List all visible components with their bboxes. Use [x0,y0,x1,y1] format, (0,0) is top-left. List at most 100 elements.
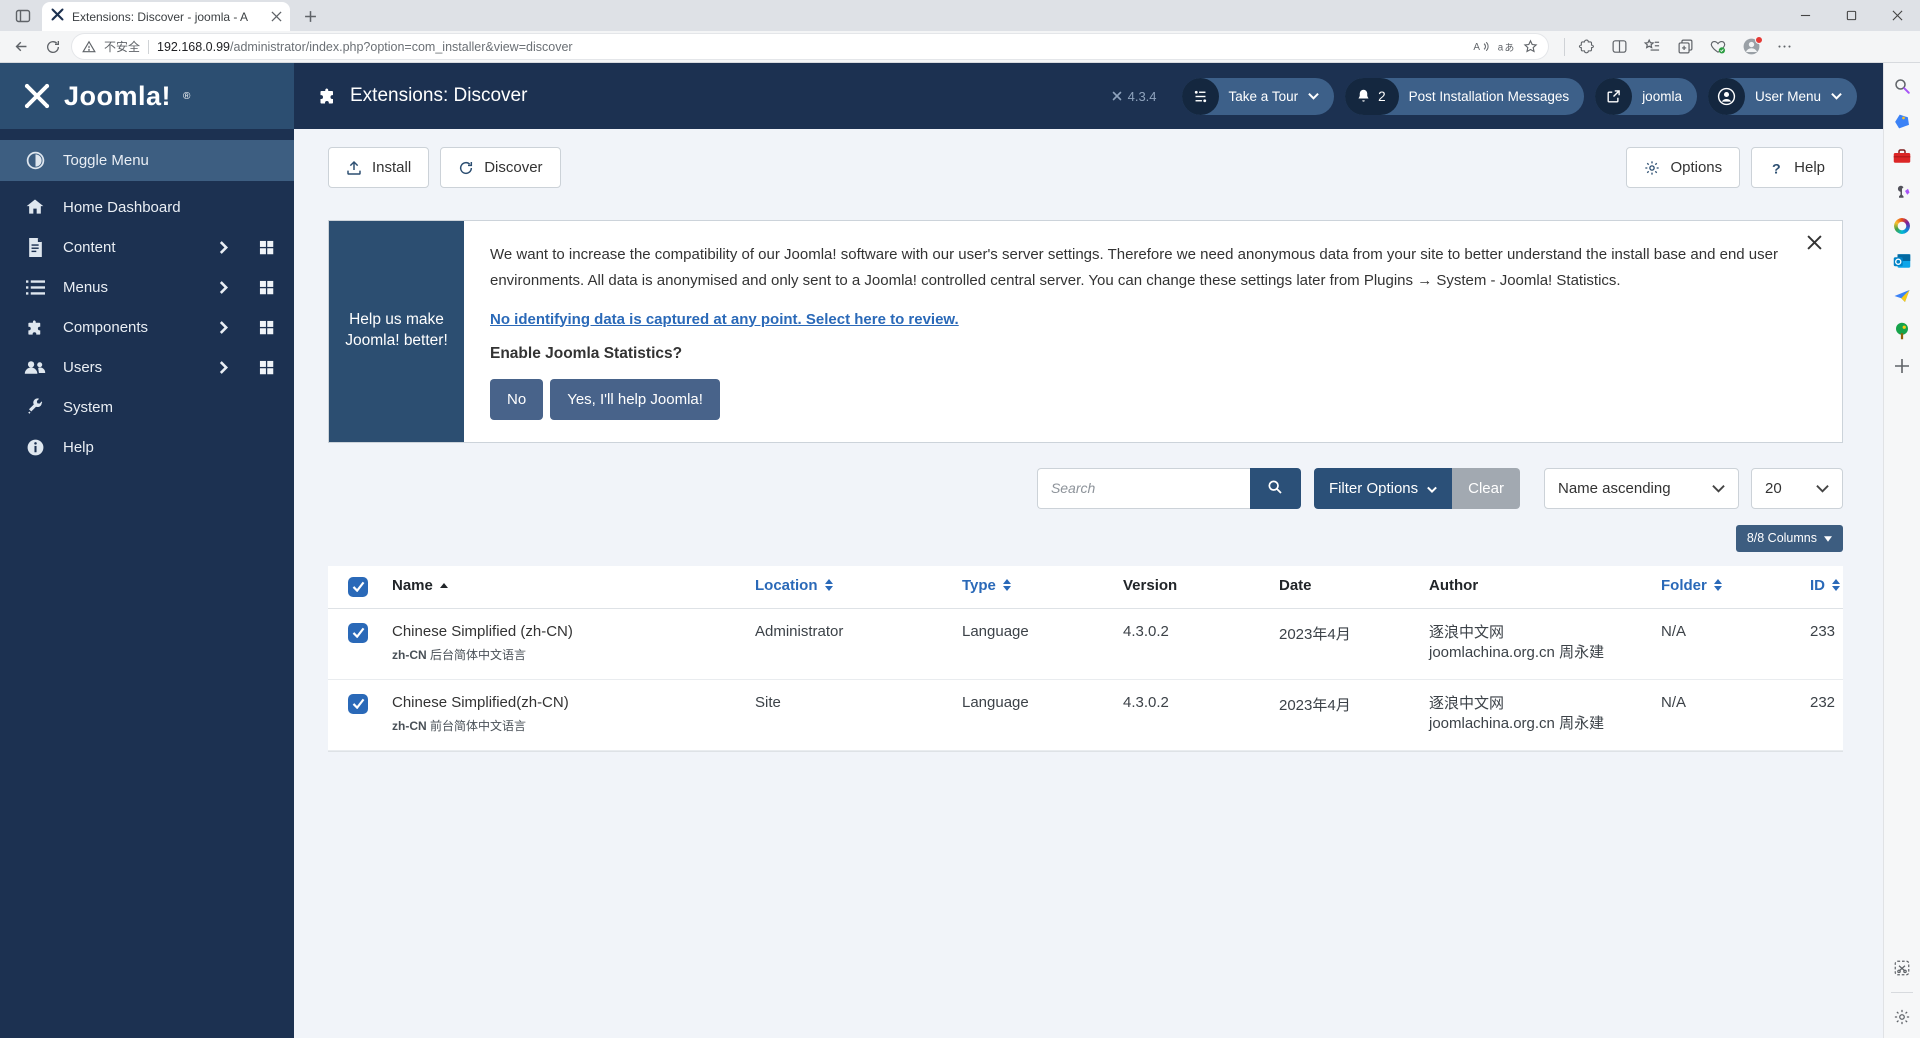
collections-icon[interactable] [1673,35,1697,59]
extensions-icon[interactable] [1574,35,1598,59]
sidebar-settings-icon[interactable] [1891,1006,1913,1028]
dashboard-grid-icon[interactable] [259,320,274,335]
search-button[interactable] [1250,468,1301,509]
sidebar-toolbox-icon[interactable] [1891,145,1913,167]
browser-essentials-icon[interactable] [1706,35,1730,59]
sidebar-microsoft365-icon[interactable] [1891,215,1913,237]
extension-name: Chinese Simplified (zh-CN) [392,623,755,640]
joomla-logo[interactable]: Joomla!® [0,63,294,129]
read-aloud-icon[interactable]: A [1472,39,1489,54]
cell-version: 4.3.0.2 [1123,680,1279,727]
column-header-id[interactable]: ID [1810,566,1856,605]
translate-icon[interactable]: aあ [1497,39,1515,54]
statistics-panel: Help us make Joomla! better! We want to … [328,220,1843,443]
sidebar-divider [1891,992,1913,993]
cell-version: 4.3.0.2 [1123,609,1279,656]
statistics-no-button[interactable]: No [490,379,543,420]
statistics-review-link[interactable]: No identifying data is captured at any p… [490,311,959,328]
split-screen-icon[interactable] [1607,35,1631,59]
view-site-link[interactable]: joomla [1595,78,1697,115]
post-installation-messages-button[interactable]: 2 Post Installation Messages [1345,78,1584,115]
web-capture-icon[interactable] [1891,957,1913,979]
sidebar-item-components[interactable]: Components [0,307,294,347]
row-checkbox[interactable] [348,694,368,714]
column-header-type[interactable]: Type [962,566,1123,605]
install-button[interactable]: Install [328,147,429,188]
dashboard-grid-icon[interactable] [259,280,274,295]
header-right: 4.3.4 Take a Tour 2 [1111,78,1857,115]
filter-options-button[interactable]: Filter Options [1314,468,1452,509]
tab-actions-icon[interactable] [8,3,38,29]
search-input[interactable] [1037,468,1250,509]
users-icon [24,359,46,376]
minimize-icon[interactable] [1782,0,1828,31]
close-icon[interactable] [1807,235,1822,250]
logo-registered-mark: ® [183,91,190,102]
refresh-icon[interactable] [40,34,66,60]
clear-button[interactable]: Clear [1452,468,1520,509]
maximize-icon[interactable] [1828,0,1874,31]
list-icon [24,279,46,296]
column-header-location[interactable]: Location [755,566,962,605]
cell-location: Site [755,680,962,727]
more-menu-icon[interactable] [1772,35,1796,59]
sort-icon [1714,579,1722,591]
joomla-logo-icon [22,81,52,111]
sidebar-tree-icon[interactable] [1891,320,1913,342]
external-link-icon [1595,78,1632,115]
select-all-checkbox[interactable] [348,577,368,597]
row-checkbox[interactable] [348,623,368,643]
filter-bar: Filter Options Clear Name ascending 20 [328,468,1843,509]
sidebar-outlook-icon[interactable] [1891,250,1913,272]
security-label[interactable]: 不安全 [104,38,140,55]
sidebar-shopping-icon[interactable] [1891,110,1913,132]
dashboard-grid-icon[interactable] [259,240,274,255]
statistics-yes-button[interactable]: Yes, I'll help Joomla! [550,379,720,420]
favorite-star-icon[interactable] [1523,39,1538,54]
sort-select[interactable]: Name ascending [1544,468,1739,509]
options-button[interactable]: Options [1626,147,1740,188]
toolbar-divider [1564,38,1565,56]
sidebar-item-system[interactable]: System [0,387,294,427]
caret-down-icon [1824,531,1832,545]
cell-date: 2023年4月 [1279,609,1429,660]
take-a-tour-button[interactable]: Take a Tour [1182,78,1335,115]
sidebar-search-icon[interactable] [1891,75,1913,97]
user-menu-button[interactable]: User Menu [1708,78,1857,115]
dashboard-grid-icon[interactable] [259,360,274,375]
tab-close-icon[interactable] [271,11,282,22]
sidebar-customize-icon[interactable] [1891,355,1913,377]
chevron-down-icon [1696,484,1725,493]
favorites-bar-icon[interactable] [1640,35,1664,59]
list-limit-select[interactable]: 20 [1751,468,1843,509]
sort-icon [1832,579,1840,591]
sidebar-item-home-dashboard[interactable]: Home Dashboard [0,187,294,227]
address-bar[interactable]: 不安全 192.168.0.99/administrator/index.php… [72,34,1548,59]
sidebar-drop-icon[interactable] [1891,285,1913,307]
help-button[interactable]: ? Help [1751,147,1843,188]
close-window-icon[interactable] [1874,0,1920,31]
column-header-folder[interactable]: Folder [1661,566,1810,605]
back-icon[interactable] [8,34,34,60]
sidebar-games-icon[interactable] [1891,180,1913,202]
browser-tab[interactable]: Extensions: Discover - joomla - A [42,2,290,31]
toggle-menu-button[interactable]: Toggle Menu [0,140,294,181]
profile-avatar[interactable] [1739,35,1763,59]
tab-title: Extensions: Discover - joomla - A [72,10,264,24]
sidebar-item-users[interactable]: Users [0,347,294,387]
not-secure-warning-icon[interactable] [82,40,96,54]
sidebar-item-menus[interactable]: Menus [0,267,294,307]
joomla-favicon [50,7,65,27]
screen: Extensions: Discover - joomla - A 不安全 [0,0,1920,1038]
columns-toggle-button[interactable]: 8/8 Columns [1736,525,1843,552]
chevron-right-icon [219,241,228,254]
url-text[interactable]: 192.168.0.99/administrator/index.php?opt… [157,40,1464,54]
file-icon [24,238,46,257]
joomla-version: 4.3.4 [1111,89,1157,104]
discover-button[interactable]: Discover [440,147,560,188]
cell-id: 232 [1810,680,1851,727]
new-tab-button[interactable] [296,2,324,30]
sidebar-item-help[interactable]: Help [0,427,294,467]
sidebar-item-content[interactable]: Content [0,227,294,267]
column-header-name[interactable]: Name [392,566,755,605]
